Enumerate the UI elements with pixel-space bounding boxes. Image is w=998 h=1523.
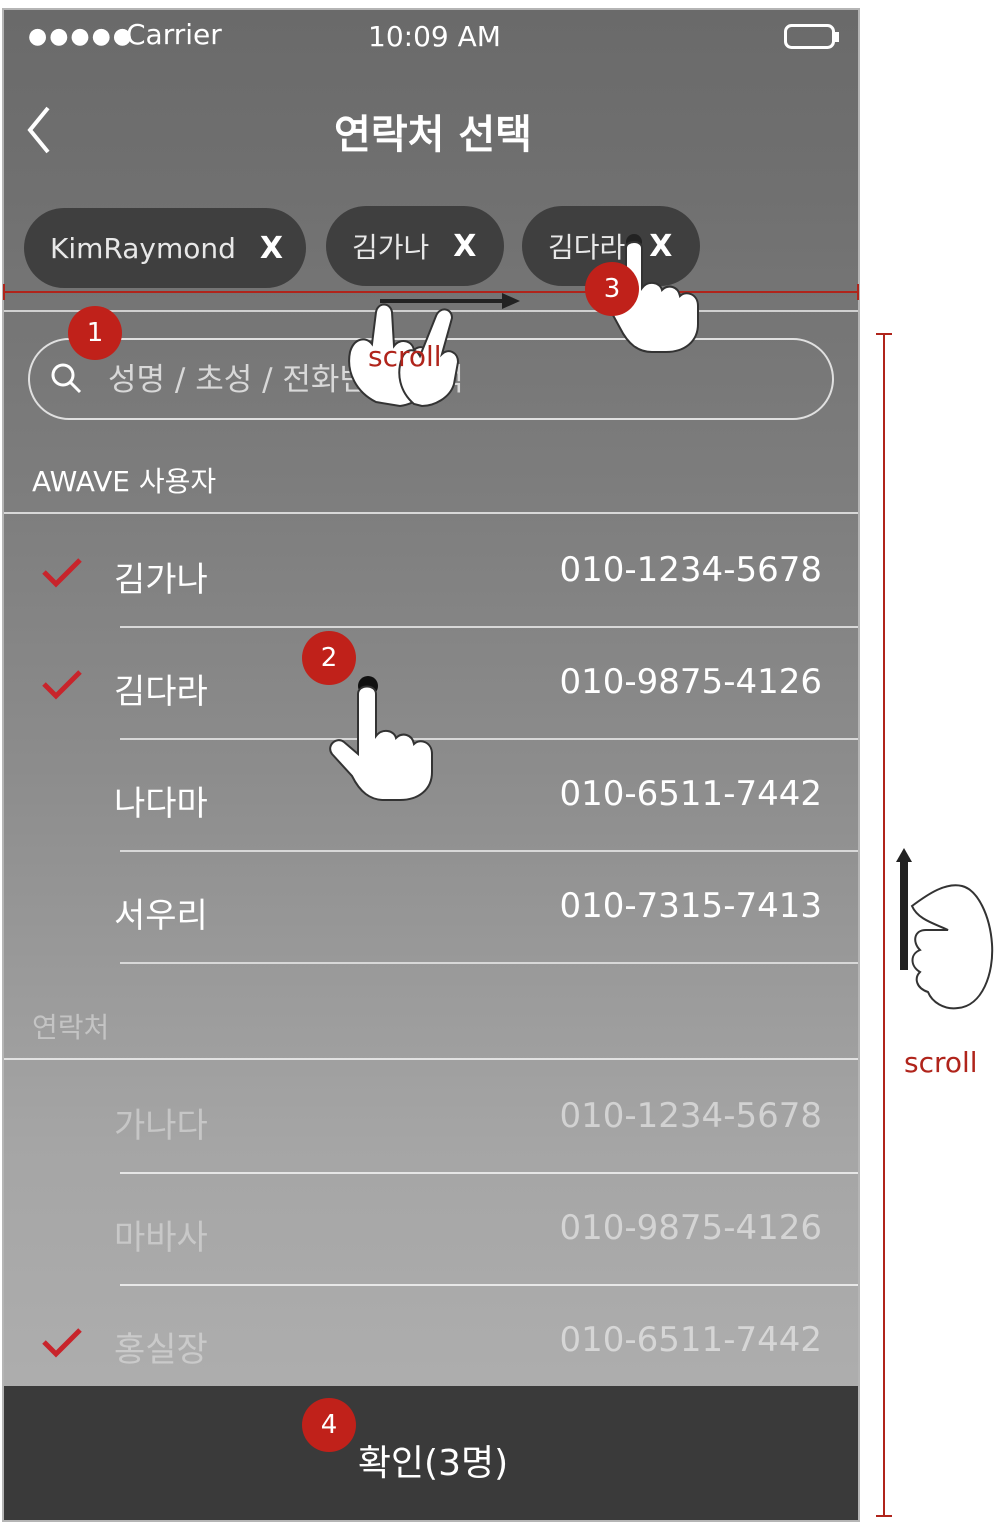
list-scroll-label: scroll — [904, 1046, 978, 1079]
section-divider — [4, 512, 858, 514]
contact-row[interactable]: 마바사 010-9875-4126 — [4, 1174, 858, 1286]
status-time: 10:09 AM — [368, 20, 501, 53]
contact-phone: 010-9875-4126 — [559, 1208, 823, 1248]
selected-chip[interactable]: 김가나 X — [326, 206, 504, 286]
contact-name: 김가나 — [114, 560, 208, 600]
annotation-badge: 2 — [302, 631, 356, 685]
contact-phone: 010-1234-5678 — [559, 550, 823, 590]
selected-chip[interactable]: KimRaymond X — [24, 208, 306, 288]
contact-name: 가나다 — [114, 1106, 208, 1146]
page-title: 연락처 선택 — [334, 112, 532, 158]
chip-remove-button[interactable]: X — [453, 229, 476, 264]
contact-row[interactable]: 홍실장 010-6511-7442 — [4, 1286, 858, 1398]
chip-remove-button[interactable]: X — [260, 231, 283, 266]
section-divider — [4, 1058, 858, 1060]
confirm-button[interactable]: 확인(3명) — [4, 1386, 858, 1520]
confirm-label: 확인(3명) — [357, 1443, 509, 1484]
search-icon — [51, 363, 82, 394]
annotation-badge: 3 — [585, 262, 639, 316]
annotation-badge: 4 — [302, 1398, 356, 1452]
contact-row[interactable]: 가나다 010-1234-5678 — [4, 1062, 858, 1174]
battery-icon — [784, 24, 839, 49]
section-title: 연락처 — [32, 1011, 110, 1044]
annotation-badge: 1 — [68, 306, 122, 360]
carrier-label: Carrier — [126, 18, 222, 51]
contact-name: 나다마 — [114, 784, 208, 824]
row-divider — [120, 962, 858, 964]
contact-phone: 010-7315-7413 — [559, 886, 823, 926]
contact-row[interactable]: 서우리 010-7315-7413 — [4, 852, 858, 964]
contact-row[interactable]: 김가나 010-1234-5678 — [4, 516, 858, 628]
contact-phone: 010-9875-4126 — [559, 662, 823, 702]
contact-name: 마바사 — [114, 1218, 208, 1258]
contact-name: 홍실장 — [114, 1330, 208, 1370]
check-icon — [42, 558, 82, 588]
contact-phone: 010-6511-7442 — [559, 774, 823, 814]
chip-label: KimRaymond — [50, 231, 236, 265]
check-icon — [42, 1328, 82, 1358]
contact-phone: 010-6511-7442 — [559, 1320, 823, 1360]
signal-strength: ●●●●● — [28, 24, 134, 49]
check-icon — [42, 670, 82, 700]
contact-name: 서우리 — [114, 896, 208, 936]
section-title: AWAVE 사용자 — [32, 465, 217, 498]
hand-pointer-icon — [329, 676, 433, 801]
chip-scroll-label: scroll — [368, 340, 442, 373]
scroll-gesture-icon — [896, 848, 994, 1010]
contact-name: 김다라 — [114, 672, 208, 712]
contact-phone: 010-1234-5678 — [559, 1096, 823, 1136]
chip-label: 김가나 — [352, 231, 430, 264]
